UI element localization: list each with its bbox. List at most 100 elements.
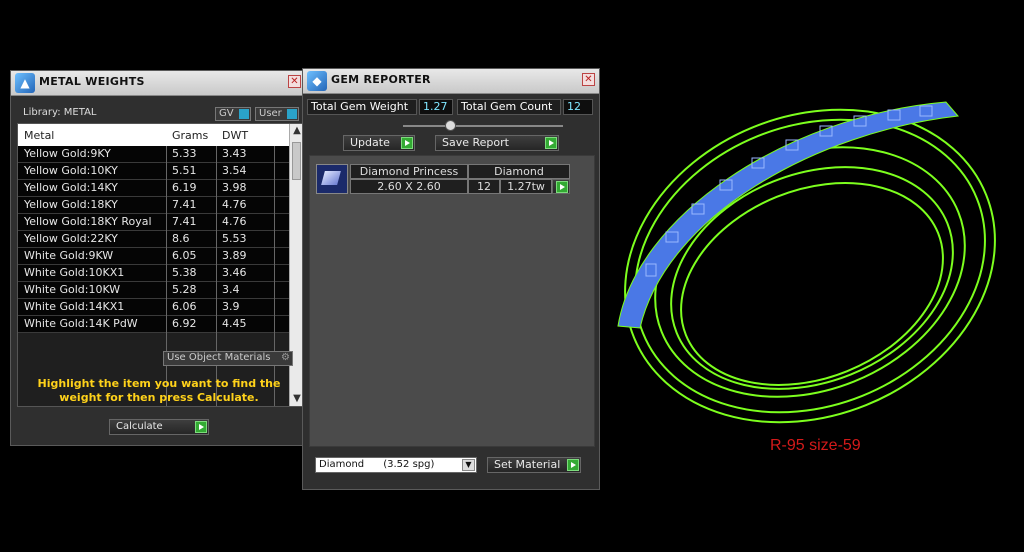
user-toggle[interactable]: User (255, 107, 299, 121)
panel-title: METAL WEIGHTS (39, 75, 145, 88)
table-row[interactable]: Yellow Gold:22KY 8.6 5.53 (18, 231, 290, 248)
cell-grams: 7.41 (172, 215, 197, 228)
cell-dwt: 3.46 (222, 266, 247, 279)
save-report-button[interactable]: Save Report (435, 135, 559, 151)
play-icon (556, 181, 568, 193)
cell-dwt: 3.4 (222, 283, 240, 296)
set-material-label: Set Material (494, 458, 561, 471)
diamond-gem-icon (316, 164, 348, 194)
gem-weight: 1.27tw (500, 179, 552, 194)
table-row[interactable]: Yellow Gold:18KY 7.41 4.76 (18, 197, 290, 214)
cell-metal: White Gold:14KX1 (24, 300, 125, 313)
gear-icon: ⚙ (281, 352, 290, 363)
cell-grams: 5.51 (172, 164, 197, 177)
column-header-grams[interactable]: Grams (172, 129, 208, 142)
cell-grams: 6.06 (172, 300, 197, 313)
gem-reporter-app-icon: ◆ (307, 71, 327, 91)
update-label: Update (350, 136, 390, 149)
total-gem-weight-value: 1.27 (419, 99, 453, 115)
table-row[interactable]: Yellow Gold:9KY 5.33 3.43 (18, 146, 290, 163)
cell-metal: White Gold:10KW (24, 283, 121, 296)
save-report-label: Save Report (442, 136, 509, 149)
column-header-metal[interactable]: Metal (24, 129, 54, 142)
total-gem-count-label: Total Gem Count (457, 99, 561, 115)
close-icon[interactable]: ✕ (288, 75, 301, 88)
play-icon (545, 137, 557, 149)
cell-metal: Yellow Gold:14KY (24, 181, 118, 194)
slider-track[interactable] (403, 125, 563, 127)
cell-grams: 5.28 (172, 283, 197, 296)
gem-list-area[interactable]: Diamond Princess Diamond 2.60 X 2.60 12 … (309, 155, 595, 447)
cell-dwt: 4.76 (222, 215, 247, 228)
scrollbar-thumb[interactable] (292, 142, 301, 180)
cell-dwt: 3.9 (222, 300, 240, 313)
close-icon[interactable]: ✕ (582, 73, 595, 86)
instruction-text: Highlight the item you want to find the … (37, 377, 281, 404)
calculate-button[interactable]: Calculate (109, 419, 209, 435)
cell-dwt: 4.76 (222, 198, 247, 211)
play-icon (195, 421, 207, 433)
gem-material: Diamond (468, 164, 570, 179)
cell-grams: 8.6 (172, 232, 190, 245)
cell-dwt: 3.43 (222, 147, 247, 160)
library-label: Library: METAL (23, 107, 97, 118)
cell-dwt: 5.53 (222, 232, 247, 245)
panel-title: GEM REPORTER (331, 73, 431, 86)
play-icon (401, 137, 413, 149)
cell-metal: White Gold:9KW (24, 249, 114, 262)
column-divider (166, 146, 167, 406)
cell-grams: 6.19 (172, 181, 197, 194)
use-object-materials-label: Use Object Materials (167, 352, 271, 363)
ring-gem-channel (617, 101, 959, 329)
gem-reporter-titlebar[interactable]: ◆ GEM REPORTER ✕ (303, 69, 599, 94)
table-row[interactable]: Yellow Gold:14KY 6.19 3.98 (18, 180, 290, 197)
cell-dwt: 3.98 (222, 181, 247, 194)
gv-label: GV (219, 108, 234, 119)
cell-grams: 7.41 (172, 198, 197, 211)
metal-weights-app-icon: ▲ (15, 73, 35, 93)
gem-select-button[interactable] (552, 179, 570, 194)
use-object-materials-button[interactable]: Use Object Materials ⚙ (163, 351, 293, 366)
metal-weights-titlebar[interactable]: ▲ METAL WEIGHTS ✕ (11, 71, 305, 96)
cell-metal: White Gold:14K PdW (24, 317, 138, 330)
cell-metal: Yellow Gold:9KY (24, 147, 111, 160)
update-button[interactable]: Update (343, 135, 415, 151)
gem-count: 12 (468, 179, 500, 194)
ring-caption: R-95 size-59 (770, 437, 861, 454)
column-header-dwt[interactable]: DWT (222, 129, 248, 142)
gem-size: 2.60 X 2.60 (350, 179, 468, 194)
slider-handle[interactable] (445, 120, 456, 131)
play-icon (567, 459, 579, 471)
chevron-down-icon[interactable]: ▼ (462, 459, 475, 471)
table-header: Metal Grams DWT (18, 124, 290, 146)
table-row[interactable]: Yellow Gold:18KY Royal 7.41 4.76 (18, 214, 290, 231)
gv-toggle[interactable]: GV (215, 107, 251, 121)
ring-3d-model[interactable] (606, 96, 1006, 426)
table-row[interactable]: Yellow Gold:10KY 5.51 3.54 (18, 163, 290, 180)
table-row[interactable]: White Gold:10KX1 5.38 3.46 (18, 265, 290, 282)
table-row[interactable]: White Gold:14K PdW 6.92 4.45 (18, 316, 290, 333)
set-material-button[interactable]: Set Material (487, 457, 581, 473)
cell-metal: Yellow Gold:10KY (24, 164, 118, 177)
cell-metal: White Gold:10KX1 (24, 266, 125, 279)
material-select-value: Diamond (3.52 spg) (319, 459, 435, 470)
cell-dwt: 4.45 (222, 317, 247, 330)
user-label: User (259, 108, 282, 119)
column-divider (216, 146, 217, 406)
cell-grams: 5.38 (172, 266, 197, 279)
column-divider (274, 146, 275, 406)
table-row[interactable]: White Gold:9KW 6.05 3.89 (18, 248, 290, 265)
table-row[interactable]: White Gold:10KW 5.28 3.4 (18, 282, 290, 299)
gem-row[interactable]: Diamond Princess Diamond 2.60 X 2.60 12 … (316, 164, 570, 194)
gem-reporter-panel: ◆ GEM REPORTER ✕ Total Gem Weight 1.27 T… (302, 68, 600, 490)
total-gem-count-value: 12 (563, 99, 593, 115)
cell-grams: 6.05 (172, 249, 197, 262)
cell-metal: Yellow Gold:18KY Royal (24, 215, 152, 228)
metal-weights-panel: ▲ METAL WEIGHTS ✕ Library: METAL GV User… (10, 70, 306, 446)
gem-shape: Diamond Princess (350, 164, 468, 179)
cell-metal: Yellow Gold:22KY (24, 232, 118, 245)
calculate-label: Calculate (116, 421, 163, 432)
material-select[interactable]: Diamond (3.52 spg) ▼ (315, 457, 477, 473)
table-row[interactable]: White Gold:14KX1 6.06 3.9 (18, 299, 290, 316)
toggle-indicator-icon (287, 109, 297, 119)
